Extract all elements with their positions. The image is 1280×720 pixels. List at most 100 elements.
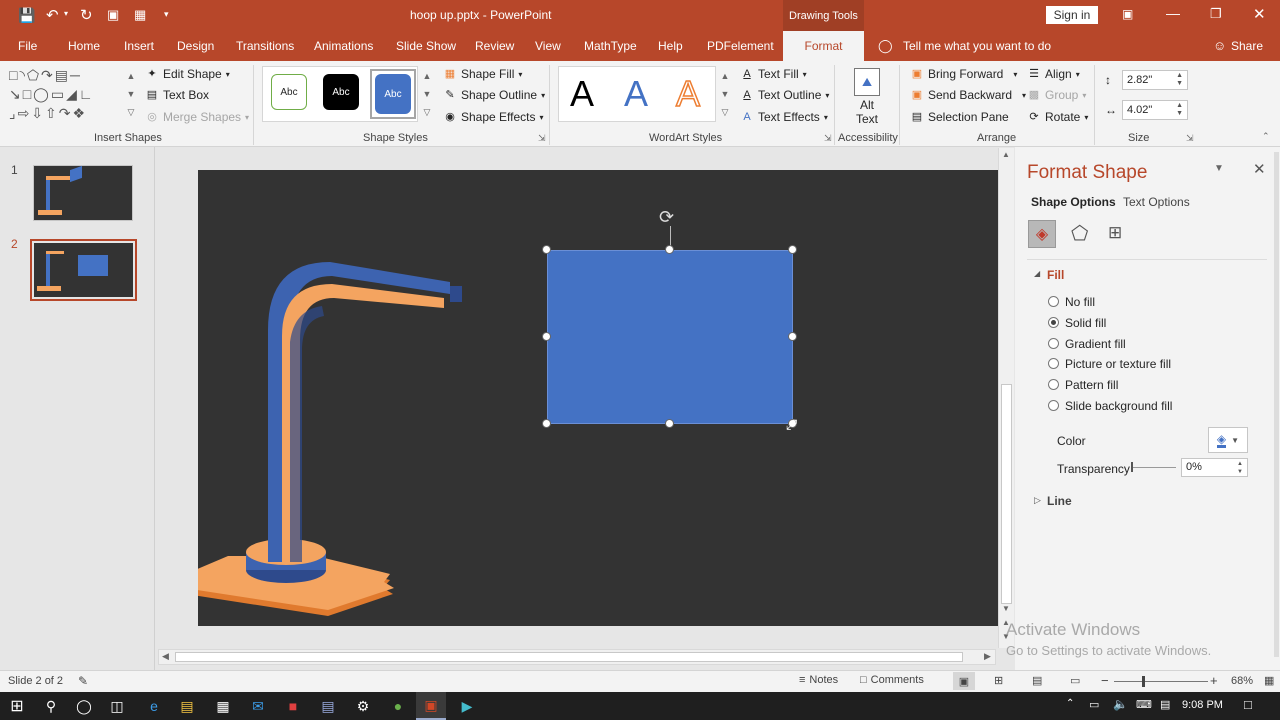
network-icon[interactable]: ▭ bbox=[1089, 698, 1099, 711]
transparency-input[interactable]: 0% ▲ ▼ bbox=[1181, 458, 1248, 477]
hoop-stand-graphic[interactable] bbox=[198, 170, 498, 626]
restore-icon[interactable]: ❐ bbox=[1210, 6, 1222, 22]
line-expand-icon[interactable]: ▷ bbox=[1034, 495, 1041, 506]
tell-me-search[interactable]: Tell me what you want to do bbox=[903, 39, 1051, 53]
effects-pentagon-icon[interactable]: ⬠ bbox=[1071, 221, 1088, 246]
resize-handle-mr[interactable] bbox=[788, 332, 797, 341]
transparency-spinner-icon[interactable]: ▲ ▼ bbox=[1237, 460, 1243, 476]
clock-time[interactable]: 9:08 PM bbox=[1182, 699, 1223, 711]
slide-thumbnail[interactable] bbox=[33, 165, 133, 221]
tab-insert[interactable]: Insert bbox=[124, 39, 154, 53]
shape-style-swatch-black[interactable]: Abc bbox=[323, 74, 359, 110]
edge-browser-icon[interactable]: e bbox=[139, 692, 169, 720]
resize-handle-bm[interactable] bbox=[665, 419, 674, 428]
redo-icon[interactable]: ↻ bbox=[80, 6, 93, 24]
radio-gradient-fill[interactable] bbox=[1048, 338, 1059, 349]
edit-shape-button[interactable]: ✦ Edit Shape ▾ bbox=[145, 67, 229, 81]
search-icon[interactable]: ⚲ bbox=[36, 692, 66, 720]
fill-option-solid-fill[interactable]: Solid fill bbox=[1048, 316, 1106, 330]
tab-review[interactable]: Review bbox=[475, 39, 514, 53]
horizontal-scroll-thumb[interactable] bbox=[175, 652, 963, 662]
line-section-header[interactable]: Line bbox=[1047, 494, 1072, 508]
slide-thumbnail-selected[interactable] bbox=[30, 239, 137, 301]
zoom-slider-track[interactable] bbox=[1114, 681, 1208, 682]
group-button[interactable]: ▩ Group ▾ bbox=[1027, 88, 1087, 102]
size-properties-icon[interactable]: ⊞ bbox=[1108, 223, 1122, 243]
alt-text-button[interactable]: ⛰ Alt Text bbox=[845, 66, 889, 128]
resize-handle-bl[interactable] bbox=[542, 419, 551, 428]
zoom-out-icon[interactable]: − bbox=[1101, 673, 1109, 688]
powerpoint-taskbar-icon[interactable]: ▣ bbox=[416, 692, 446, 720]
file-explorer-icon[interactable]: ▤ bbox=[172, 692, 202, 720]
shape-fill-button[interactable]: ▦ Shape Fill ▾ bbox=[443, 67, 523, 81]
send-backward-button[interactable]: ▣ Send Backward ▾ bbox=[910, 88, 1026, 102]
radio-picture-fill[interactable] bbox=[1048, 358, 1059, 369]
save-icon[interactable]: 💾 bbox=[18, 7, 35, 24]
shape-styles-gallery-scroll[interactable]: ▲ ▼ ▽ bbox=[420, 67, 434, 123]
width-spinner-icon[interactable]: ▲ ▼ bbox=[1176, 102, 1183, 118]
vertical-scroll-thumb[interactable] bbox=[1001, 384, 1012, 604]
resize-handle-ml[interactable] bbox=[542, 332, 551, 341]
fit-to-window-icon[interactable]: ▦ bbox=[1264, 674, 1274, 687]
zoom-in-icon[interactable]: + bbox=[1210, 673, 1218, 688]
transparency-slider-thumb[interactable] bbox=[1131, 462, 1133, 472]
resize-handle-tl[interactable] bbox=[542, 245, 551, 254]
tab-pdfelement[interactable]: PDFelement bbox=[707, 39, 774, 53]
shape-style-swatch-outline[interactable]: Abc bbox=[271, 74, 307, 110]
tab-transitions[interactable]: Transitions bbox=[236, 39, 294, 53]
tab-slide-show[interactable]: Slide Show bbox=[396, 39, 456, 53]
slide-sorter-icon[interactable]: ⊞ bbox=[994, 674, 1003, 687]
scroll-down-icon[interactable]: ▼ bbox=[1002, 604, 1010, 613]
resize-handle-tm[interactable] bbox=[665, 245, 674, 254]
normal-view-button[interactable]: ▣ bbox=[953, 672, 975, 690]
wordart-orange[interactable]: A bbox=[675, 72, 701, 115]
scroll-right-icon[interactable]: ▶ bbox=[984, 651, 991, 662]
action-center-icon[interactable]: □ bbox=[1244, 697, 1252, 712]
store-icon[interactable]: ▦ bbox=[208, 692, 238, 720]
minimize-icon[interactable]: — bbox=[1166, 5, 1180, 21]
tab-animations[interactable]: Animations bbox=[314, 39, 373, 53]
media-app-icon[interactable]: ■ bbox=[278, 692, 308, 720]
radio-slide-background[interactable] bbox=[1048, 400, 1059, 411]
shape-effects-button[interactable]: ◉ Shape Effects ▾ bbox=[443, 110, 543, 124]
merge-shapes-button[interactable]: ◎ Merge Shapes ▾ bbox=[145, 110, 249, 124]
pane-scrollbar[interactable] bbox=[1274, 152, 1279, 657]
start-slideshow-icon[interactable]: ▣ bbox=[107, 7, 119, 23]
rotate-handle-icon[interactable]: ⟳ bbox=[659, 207, 674, 228]
mail-icon[interactable]: ✉ bbox=[243, 692, 273, 720]
shape-style-swatch-blue[interactable]: Abc bbox=[370, 69, 416, 119]
notepad-icon[interactable]: ▤ bbox=[313, 692, 343, 720]
fill-option-gradient-fill[interactable]: Gradient fill bbox=[1048, 337, 1126, 351]
fill-option-no-fill[interactable]: No fill bbox=[1048, 295, 1095, 309]
radio-pattern-fill[interactable] bbox=[1048, 379, 1059, 390]
slideshow-view-icon[interactable]: ▭ bbox=[1070, 674, 1080, 687]
pane-options-icon[interactable]: ▼ bbox=[1214, 163, 1224, 174]
transparency-slider-track[interactable] bbox=[1132, 467, 1176, 468]
tab-mathtype[interactable]: MathType bbox=[584, 39, 637, 53]
wordart-launcher-icon[interactable]: ⇲ bbox=[824, 133, 832, 144]
bring-forward-button[interactable]: ▣ Bring Forward ▾ bbox=[910, 67, 1018, 81]
shape-width-input[interactable]: 4.02" ▲ ▼ bbox=[1122, 100, 1188, 120]
customize-toolbar-icon[interactable]: ▾ bbox=[164, 9, 169, 20]
fill-option-picture-fill[interactable]: Picture or texture fill bbox=[1048, 357, 1171, 371]
selected-rectangle-shape[interactable] bbox=[547, 250, 793, 424]
vertical-scrollbar[interactable]: ▲ ▼ ▲ ▼ bbox=[998, 148, 1014, 648]
collapse-ribbon-icon[interactable]: ⌃ bbox=[1262, 131, 1270, 142]
reading-view-icon[interactable]: ▤ bbox=[1032, 674, 1042, 687]
touch-mode-icon[interactable]: ▦ bbox=[134, 7, 146, 23]
fill-color-picker[interactable]: ◈ ▼ bbox=[1208, 427, 1248, 453]
tab-format[interactable]: Format bbox=[783, 31, 864, 61]
horizontal-scrollbar[interactable]: ◀ ▶ bbox=[158, 649, 996, 665]
shapes-gallery[interactable]: □◝⬠↷▤─ ↘□◯▭◢∟ ⌟⇨⇩⇧↷❖ bbox=[9, 66, 124, 124]
ribbon-display-options-icon[interactable]: ▣ bbox=[1122, 7, 1133, 21]
shapes-gallery-scroll[interactable]: ▲ ▼ ▽ bbox=[124, 67, 138, 123]
resize-handle-tr[interactable] bbox=[788, 245, 797, 254]
tab-design[interactable]: Design bbox=[177, 39, 214, 53]
sign-in-button[interactable]: Sign in bbox=[1046, 6, 1098, 24]
language-icon[interactable]: ▤ bbox=[1160, 698, 1170, 711]
text-effects-button[interactable]: A Text Effects ▾ bbox=[740, 110, 828, 124]
windows-start-icon[interactable]: ⊞ bbox=[2, 692, 32, 720]
size-launcher-icon[interactable]: ⇲ bbox=[1186, 133, 1194, 144]
slide-canvas[interactable]: ⟳ ⤢ bbox=[198, 170, 998, 626]
tab-shape-options[interactable]: Shape Options bbox=[1031, 195, 1116, 209]
